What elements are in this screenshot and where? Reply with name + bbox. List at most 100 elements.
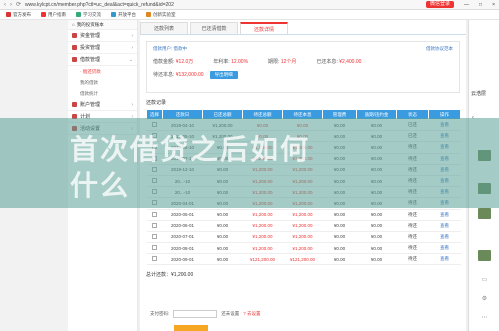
thumbnail-image[interactable] <box>478 150 491 161</box>
bookmark-4[interactable]: 开放平台 <box>111 12 136 18</box>
row-checkbox[interactable] <box>152 178 157 184</box>
sidebar-item-account[interactable]: 账户管理 › <box>68 99 137 111</box>
bookmark-icon <box>41 12 46 17</box>
thumbnail-image[interactable] <box>478 250 491 261</box>
chart-icon <box>72 45 77 50</box>
cell-principal: ¥1,200.00 <box>282 186 323 199</box>
more-icon[interactable]: ⋯ <box>482 314 488 321</box>
row-checkbox[interactable] <box>152 233 157 239</box>
maximize-icon[interactable]: □ <box>479 2 482 8</box>
bookmarks-bar: 官方发布 用户指南 学习交流 开放平台 创新实验室 <box>0 10 499 20</box>
folder-icon[interactable]: ▭ <box>482 276 488 283</box>
bookmark-icon <box>6 12 11 17</box>
refresh-icon[interactable]: ⟳ <box>16 1 21 8</box>
thumbnail-image[interactable] <box>478 183 491 194</box>
tab-repay-list[interactable]: 还款列表 <box>140 22 188 34</box>
wallet-icon <box>72 33 77 38</box>
cell-fee: ¥0.00 <box>322 175 357 188</box>
cell-select[interactable] <box>146 231 163 244</box>
forward-icon[interactable]: › <box>10 2 12 8</box>
export-button[interactable]: 导出明细 <box>209 71 238 79</box>
cell-principal: ¥1,200.00 <box>282 175 323 188</box>
sidebar-subitem-loan-stats[interactable]: 借款统计 <box>68 88 137 99</box>
cell-select[interactable] <box>146 242 163 255</box>
cell-status: 待还 <box>396 231 429 244</box>
back-icon[interactable]: ‹ <box>4 2 6 8</box>
url-field[interactable]: www.kylcpt.cn/member.php?ctl=uc_deal&act… <box>25 2 174 8</box>
bookmark-2[interactable]: 用户指南 <box>41 12 66 18</box>
cell-action[interactable]: 查看 <box>428 253 461 266</box>
row-checkbox[interactable] <box>152 200 157 206</box>
chevron-left-icon[interactable]: ‹ <box>472 115 474 121</box>
bookmark-1[interactable]: 官方发布 <box>6 12 31 18</box>
cell-action[interactable]: 查看 <box>428 186 461 199</box>
confirm-repay-button[interactable] <box>174 325 208 331</box>
set-password-link[interactable]: ? 去设置 <box>243 311 260 317</box>
cell-select[interactable] <box>146 186 163 199</box>
table-row: 2020-09-01 ¥0.00 ¥121,200.00 ¥121,200.00 ¥0.… <box>146 253 461 266</box>
right-side-panel: 云浩层 ‹ ▭ ⚙ ⋯ <box>468 20 499 331</box>
sidebar-header[interactable]: ⌂ 我的投资账本 <box>68 20 137 30</box>
minimize-icon[interactable]: — <box>464 2 469 8</box>
row-checkbox[interactable] <box>152 245 157 251</box>
cell-select[interactable] <box>146 220 163 232</box>
tab-paid-loans[interactable]: 已还清借款 <box>190 22 238 34</box>
settings-icon[interactable]: ⚙ <box>482 295 487 302</box>
cell-date: 2020-06-01 <box>162 220 203 232</box>
row-checkbox[interactable] <box>152 211 157 217</box>
cell-action[interactable]: 查看 <box>428 153 461 165</box>
sidebar-item-invest[interactable]: 投资管理 › <box>68 42 137 54</box>
cell-action[interactable]: 查看 <box>428 119 461 132</box>
window-controls: 微信登录 — □ × <box>426 1 495 8</box>
tab-repay-detail[interactable]: 还款详情 <box>240 22 288 34</box>
cell-due: ¥1,200.00 <box>242 242 283 255</box>
cell-status: 待还 <box>396 220 429 232</box>
cell-action[interactable]: 查看 <box>428 220 461 232</box>
calendar-icon <box>72 114 77 119</box>
main-content: 还款列表 已还清借款 还款详情 借款用户: 借款中 借款协议范本 借款金额: ¥… <box>140 20 466 331</box>
sidebar-subitem-my-loans[interactable]: 我的借款 <box>68 77 137 88</box>
cell-select[interactable] <box>146 253 163 266</box>
row-checkbox[interactable] <box>152 256 157 262</box>
cell-action[interactable]: 查看 <box>428 130 461 143</box>
cell-action[interactable]: 查看 <box>428 231 461 244</box>
col-paid: 已还总额 <box>202 109 243 120</box>
row-checkbox[interactable] <box>152 189 157 195</box>
cell-action[interactable]: 查看 <box>428 197 461 210</box>
bookmark-5[interactable]: 创新实验室 <box>146 12 176 18</box>
cell-penalty: ¥0.00 <box>356 164 397 176</box>
cell-fee: ¥0.00 <box>322 220 357 232</box>
cell-status: 已还 <box>396 130 429 143</box>
cell-status: 待还 <box>396 186 429 199</box>
tab-bar: 还款列表 已还清借款 还款详情 <box>140 20 466 35</box>
sidebar-item-funds[interactable]: 资金管理 › <box>68 30 137 42</box>
cell-action[interactable]: 查看 <box>428 175 461 188</box>
chevron-right-icon: › <box>131 113 133 120</box>
cell-penalty: ¥0.00 <box>356 153 397 165</box>
sidebar-item-plan[interactable]: 计划 › <box>68 111 137 123</box>
cell-penalty: ¥0.00 <box>356 209 397 221</box>
cell-select[interactable] <box>146 209 163 221</box>
close-icon[interactable]: × <box>492 2 495 8</box>
bookmark-3[interactable]: 学习交流 <box>76 12 101 18</box>
cell-date: 2020-04-01 <box>162 197 203 210</box>
row-checkbox[interactable] <box>152 222 157 228</box>
cell-action[interactable]: 查看 <box>428 209 461 221</box>
cell-fee: ¥0.00 <box>322 197 357 210</box>
cell-status: 待还 <box>396 164 429 176</box>
table-row: 2020-05-01 ¥0.00 ¥1,200.00 ¥1,200.00 ¥0.00 ¥0… <box>146 209 461 221</box>
cell-status: 待还 <box>396 242 429 255</box>
cell-action[interactable]: 查看 <box>428 164 461 176</box>
cell-action[interactable]: 查看 <box>428 242 461 255</box>
row-checkbox[interactable] <box>152 122 157 128</box>
cell-select[interactable] <box>146 197 163 210</box>
agreement-link[interactable]: 借款协议范本 <box>426 46 453 52</box>
sidebar-subitem-repay[interactable]: · 偿还贷款 <box>68 66 137 77</box>
cell-action[interactable]: 查看 <box>428 141 461 154</box>
thumbnail-image[interactable] <box>478 208 491 219</box>
chevron-right-icon: › <box>131 101 133 108</box>
sidebar-item-loans[interactable]: 借款管理 ⌄ <box>68 54 137 66</box>
cell-select[interactable] <box>146 175 163 188</box>
pay-password-input[interactable] <box>173 310 218 318</box>
wechat-login-badge[interactable]: 微信登录 <box>426 1 455 8</box>
